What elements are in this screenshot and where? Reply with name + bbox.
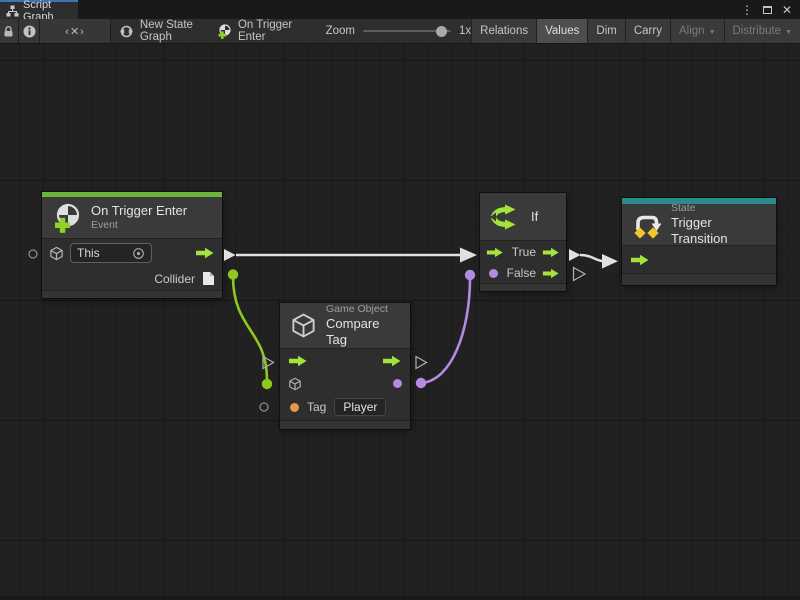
- node-title: On Trigger Enter: [91, 203, 187, 219]
- chevron-down-icon: ▼: [785, 29, 792, 36]
- port-row-trigger: [622, 246, 776, 273]
- true-flow-output-port[interactable]: [542, 247, 560, 258]
- true-port-label: True: [512, 245, 536, 259]
- node-category: State: [671, 202, 766, 215]
- breadcrumb[interactable]: On Trigger Enter: [217, 19, 304, 43]
- graph-canvas[interactable]: On Trigger Enter Event This: [0, 44, 800, 600]
- node-subtitle: Event: [91, 219, 187, 232]
- false-port-label: False: [507, 266, 536, 280]
- lock-button[interactable]: [0, 19, 19, 43]
- maximize-icon[interactable]: [763, 6, 772, 14]
- game-object-port-icon[interactable]: [288, 377, 302, 391]
- values-button[interactable]: Values: [536, 19, 587, 43]
- zoom-label: Zoom: [326, 25, 355, 37]
- relations-button[interactable]: Relations: [471, 19, 536, 43]
- node-header: State Trigger Transition: [622, 204, 776, 246]
- game-object-icon: [49, 246, 64, 261]
- event-icon: [52, 203, 82, 233]
- flow-input-port[interactable]: [288, 355, 308, 367]
- boolean-output-port[interactable]: [393, 379, 402, 388]
- false-flow-output-port[interactable]: [542, 268, 560, 279]
- code-icon: ‹✕›: [65, 25, 85, 38]
- window-menu-icon[interactable]: ⋮: [741, 4, 753, 16]
- node-header: If: [480, 193, 566, 241]
- port-row-tag: Tag Player: [280, 394, 410, 420]
- hierarchy-graph-icon: [6, 5, 19, 17]
- chevron-down-icon: ▼: [709, 29, 716, 36]
- node-footer: [622, 273, 776, 285]
- state-graph-icon: [119, 24, 134, 39]
- node-if[interactable]: If True False: [480, 193, 566, 291]
- zoom-control: Zoom 1x: [326, 19, 472, 43]
- this-object-field[interactable]: This: [70, 243, 152, 263]
- zoom-slider[interactable]: [363, 30, 451, 32]
- game-object-icon: [290, 312, 317, 339]
- port-row-gameobject: [280, 373, 410, 394]
- node-title: Trigger Transition: [671, 215, 766, 248]
- state-transition-icon: [632, 211, 662, 239]
- port-row-true: True: [480, 241, 566, 263]
- edit-code-button[interactable]: ‹✕›: [40, 19, 111, 43]
- window-bottom-edge: [0, 596, 800, 600]
- tab-script-graph[interactable]: Script Graph: [0, 0, 78, 19]
- collider-port-label: Collider: [154, 272, 195, 286]
- object-picker-icon[interactable]: [132, 247, 145, 260]
- tag-port-label: Tag: [307, 400, 326, 414]
- node-title: Compare Tag: [326, 316, 400, 349]
- info-icon: [23, 25, 36, 38]
- node-trigger-transition[interactable]: State Trigger Transition: [622, 198, 776, 285]
- port-row-flow: [280, 349, 410, 373]
- zoom-slider-knob[interactable]: [436, 26, 447, 37]
- lock-icon: [3, 25, 14, 38]
- node-category: Game Object: [326, 303, 400, 316]
- distribute-button[interactable]: Distribute ▼: [724, 19, 800, 43]
- new-state-graph-button[interactable]: New State Graph: [119, 19, 209, 43]
- flow-input-port[interactable]: [486, 247, 504, 258]
- close-icon[interactable]: ✕: [782, 4, 792, 16]
- port-row-collider: Collider: [42, 267, 222, 290]
- node-footer: [280, 420, 410, 429]
- zoom-value: 1x: [459, 25, 471, 37]
- node-footer: [480, 283, 566, 291]
- view-toggles: Relations Values Dim Carry Align ▼ Distr…: [471, 19, 800, 43]
- document-icon[interactable]: [202, 271, 215, 286]
- carry-button[interactable]: Carry: [625, 19, 670, 43]
- node-title: If: [531, 209, 538, 224]
- titlebar: Script Graph ⋮ ✕: [0, 0, 800, 19]
- port-row-this: This: [42, 239, 222, 267]
- string-input-port[interactable]: [290, 403, 299, 412]
- node-header: Game Object Compare Tag: [280, 303, 410, 349]
- info-button[interactable]: [19, 19, 40, 43]
- dim-button[interactable]: Dim: [587, 19, 624, 43]
- event-icon: [217, 24, 232, 39]
- graph-toolbar: ‹✕› New State Graph On Trigger Enter Zoo…: [0, 19, 800, 44]
- node-on-trigger-enter[interactable]: On Trigger Enter Event This: [42, 192, 222, 298]
- node-footer: [42, 290, 222, 298]
- new-state-graph-label: New State Graph: [140, 19, 209, 43]
- branch-icon: [490, 202, 522, 232]
- flow-output-port[interactable]: [195, 247, 215, 259]
- tag-value-field[interactable]: Player: [334, 398, 386, 416]
- align-button[interactable]: Align ▼: [670, 19, 724, 43]
- flow-output-port[interactable]: [382, 355, 402, 367]
- condition-input-port[interactable]: [489, 269, 498, 278]
- flow-input-port[interactable]: [630, 254, 650, 266]
- node-compare-tag[interactable]: Game Object Compare Tag Tag: [280, 303, 410, 429]
- port-row-false: False: [480, 263, 566, 283]
- breadcrumb-label: On Trigger Enter: [238, 19, 304, 43]
- node-header: On Trigger Enter Event: [42, 197, 222, 239]
